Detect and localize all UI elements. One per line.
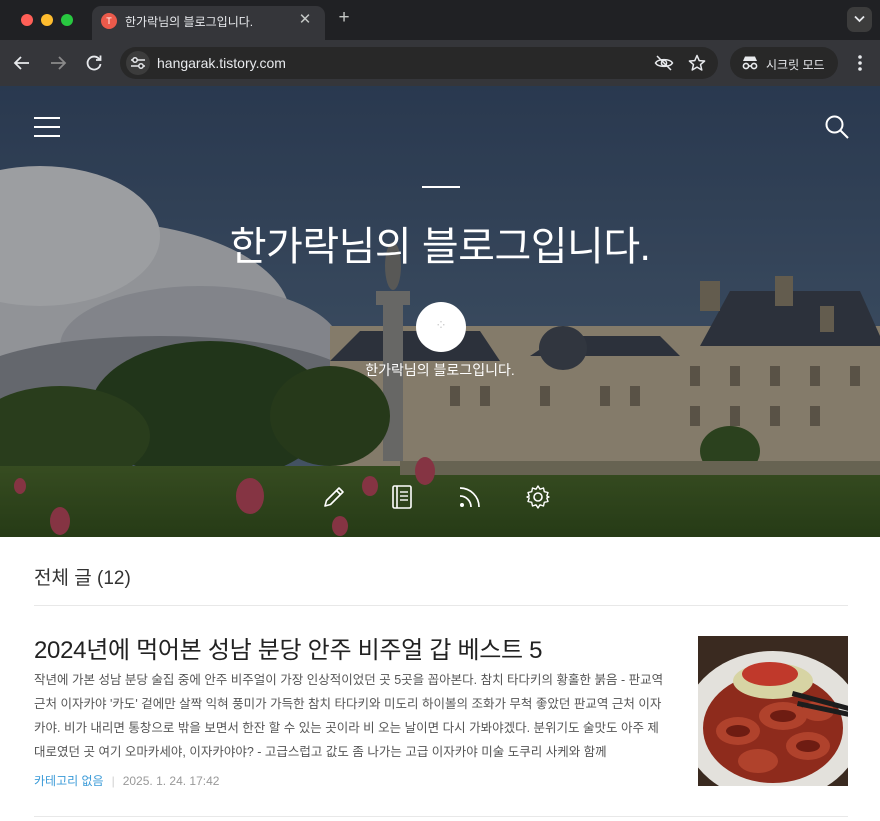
section-divider (34, 605, 848, 606)
post-thumbnail[interactable] (698, 636, 848, 786)
post-excerpt[interactable]: 작년에 가본 성남 분당 술집 중에 안주 비주얼이 가장 인상적이었던 곳 5… (34, 668, 666, 764)
close-tab-icon[interactable]: ✕ (295, 10, 315, 28)
meta-separator: | (111, 774, 115, 788)
tab-title: 한가락님의 블로그입니다. (125, 15, 254, 29)
bookmark-star-icon[interactable] (687, 54, 707, 72)
site-info-button[interactable] (126, 51, 150, 75)
post-title[interactable]: 2024년에 먹어본 성남 분당 안주 비주얼 갑 베스트 5 (34, 630, 543, 665)
window-zoom-button[interactable] (61, 14, 73, 26)
post-meta: 카테고리 없음 | 2025. 1. 24. 17:42 (34, 772, 219, 789)
tab-search-button[interactable] (847, 7, 872, 32)
address-bar[interactable]: hangarak.tistory.com (120, 47, 718, 79)
incognito-indicator[interactable]: 시크릿 모드 (730, 47, 838, 79)
new-tab-button[interactable]: + (334, 7, 354, 29)
post-date: 2025. 1. 24. 17:42 (122, 774, 220, 788)
hamburger-menu-icon[interactable] (34, 116, 60, 138)
tune-icon (131, 57, 145, 69)
chevron-down-icon (854, 15, 865, 23)
window-close-button[interactable] (21, 14, 33, 26)
browser-tab-bar: T 한가락님의 블로그입니다. ✕ + (0, 0, 880, 40)
settings-gear-icon[interactable] (525, 484, 551, 510)
post-category-link[interactable]: 카테고리 없음 (34, 774, 104, 788)
back-arrow-icon[interactable] (11, 52, 33, 74)
write-pencil-icon[interactable] (321, 484, 347, 510)
food-photo-image (698, 636, 848, 786)
post-list-heading: 전체 글 (12) (34, 568, 131, 589)
post-divider (34, 816, 848, 817)
search-icon[interactable] (824, 114, 850, 140)
tistory-favicon-icon: T (101, 13, 117, 29)
rss-feed-icon[interactable] (457, 484, 483, 510)
blog-hero: 한가락님의 블로그입니다. ⁘ 한가락님의 블로그입니다. (0, 86, 880, 537)
profile-avatar[interactable]: ⁘ (416, 302, 466, 352)
blog-title[interactable]: 한가락님의 블로그입니다. (0, 214, 880, 272)
browser-tab-active[interactable]: T 한가락님의 블로그입니다. ✕ (92, 6, 325, 40)
hero-divider (422, 186, 460, 188)
reload-icon[interactable] (83, 52, 105, 74)
incognito-label: 시크릿 모드 (766, 58, 825, 72)
browser-toolbar: hangarak.tistory.com 시크릿 모드 (0, 40, 880, 86)
forward-arrow-icon[interactable] (47, 52, 69, 74)
window-minimize-button[interactable] (41, 14, 53, 26)
url-text: hangarak.tistory.com (157, 55, 286, 71)
guestbook-icon[interactable] (389, 484, 415, 510)
eye-off-icon[interactable] (654, 54, 674, 72)
tistory-logo-icon: ⁘ (435, 317, 447, 333)
incognito-icon (742, 56, 758, 70)
blog-subtitle: 한가락님의 블로그입니다. (365, 362, 515, 378)
more-vert-icon[interactable] (850, 53, 870, 73)
